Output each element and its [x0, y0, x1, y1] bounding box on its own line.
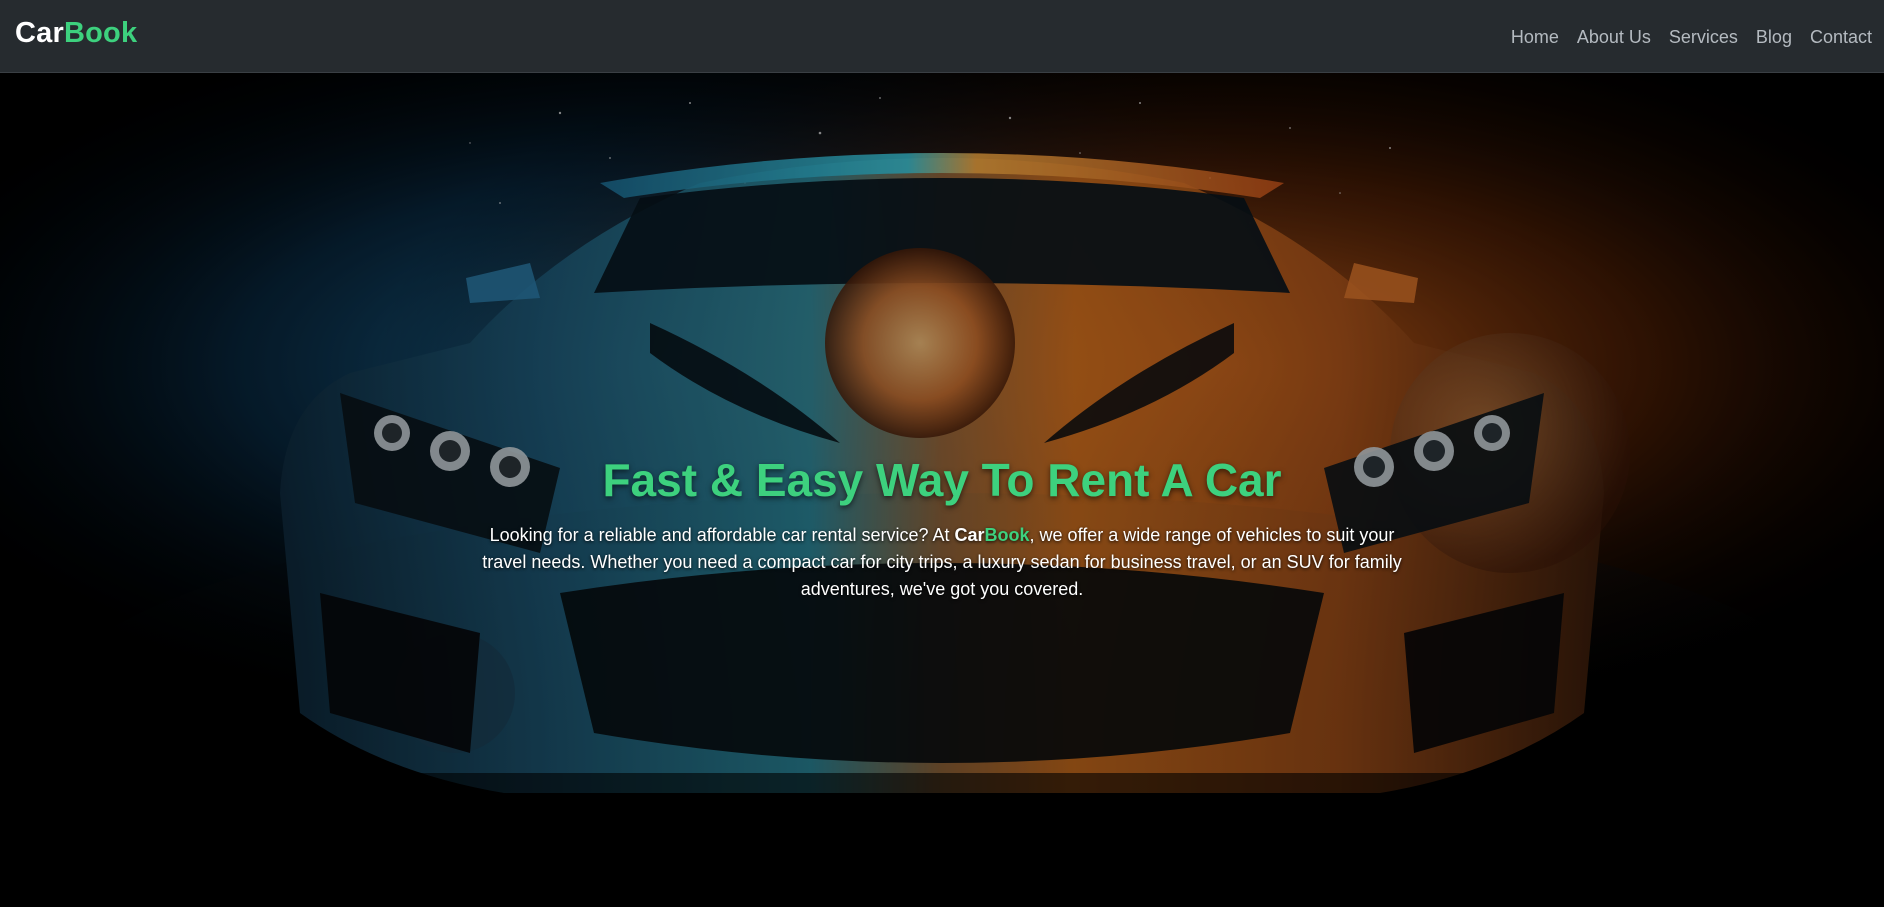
nav-item-blog: Blog [1747, 26, 1801, 48]
nav-item-contact: Contact [1801, 26, 1884, 48]
nav-item-services: Services [1660, 26, 1747, 48]
navbar: CarBook Home About Us Services Blog Cont… [0, 0, 1884, 73]
nav-link-about-us[interactable]: About Us [1568, 26, 1660, 48]
hero-text-before: Looking for a reliable and affordable ca… [489, 524, 955, 545]
hero-title: Fast & Easy Way To Rent A Car [602, 454, 1282, 506]
nav-link-home[interactable]: Home [1502, 26, 1568, 48]
nav-link-blog[interactable]: Blog [1747, 26, 1801, 48]
brand-logo[interactable]: CarBook [15, 19, 137, 48]
hero-brand-book: Book [984, 524, 1030, 545]
nav-link-services[interactable]: Services [1660, 26, 1747, 48]
nav-item-home: Home [1502, 26, 1568, 48]
nav-item-about: About Us [1568, 26, 1660, 48]
page: CarBook Home About Us Services Blog Cont… [0, 0, 1884, 907]
hero-section: Fast & Easy Way To Rent A Car Looking fo… [0, 73, 1884, 907]
hero-description: Looking for a reliable and affordable ca… [467, 522, 1417, 603]
main-nav: Home About Us Services Blog Contact [1502, 26, 1884, 48]
nav-link-contact[interactable]: Contact [1801, 26, 1884, 48]
hero-content: Fast & Easy Way To Rent A Car Looking fo… [0, 455, 1884, 603]
brand-part-book: Book [63, 17, 138, 49]
hero-brand-car: Car [954, 524, 985, 545]
brand-part-car: Car [15, 17, 64, 49]
